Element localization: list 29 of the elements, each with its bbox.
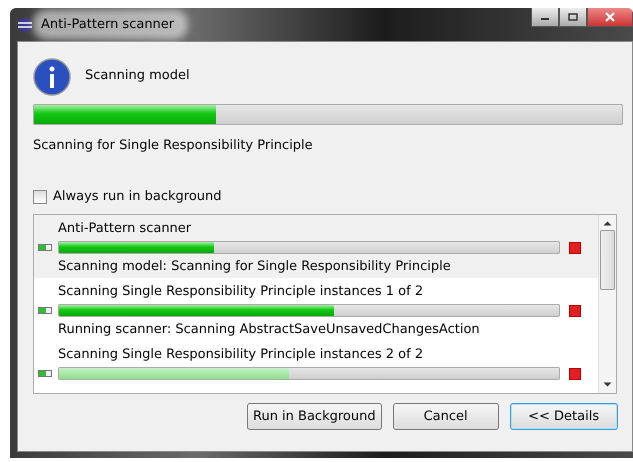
job-row[interactable]: Anti-Pattern scanner Scanning model: Scanning for Single Responsibility Principle	[34, 215, 598, 278]
dialog-button[interactable]: Run in Background	[247, 403, 382, 430]
minimize-button[interactable]	[531, 8, 559, 27]
job-name: Scanning Single Responsibility Principle instances 1 of 2	[58, 284, 424, 299]
scrollbar[interactable]	[598, 215, 616, 393]
maximize-icon	[568, 13, 578, 21]
job-detail: Running scanner: Scanning AbstractSaveUnsavedChangesAction	[58, 322, 481, 337]
close-button[interactable]	[587, 8, 633, 27]
dialog-heading: Scanning model	[85, 68, 190, 83]
scroll-down-icon[interactable]	[603, 382, 612, 388]
job-name: Scanning Single Responsibility Principle instances 2 of 2	[58, 347, 424, 362]
progress-job-icon	[38, 244, 52, 251]
globe-icon	[17, 16, 33, 32]
always-run-checkbox[interactable]: Always run in background	[33, 189, 632, 204]
stop-icon[interactable]	[569, 242, 581, 254]
maximize-button[interactable]	[559, 8, 587, 27]
progress-job-icon	[38, 307, 52, 314]
job-name: Anti-Pattern scanner	[58, 221, 192, 236]
stop-icon[interactable]	[569, 304, 581, 316]
job-detail: Scanning model: Scanning for Single Responsibility Principle	[58, 259, 452, 274]
close-icon	[604, 12, 616, 22]
status-text: Scanning for Single Responsibility Principle	[33, 138, 314, 153]
dialog-button[interactable]: Cancel	[392, 403, 499, 430]
window-title: Anti-Pattern scanner	[39, 15, 182, 34]
stop-icon[interactable]	[569, 368, 581, 380]
scroll-up-icon[interactable]	[603, 220, 612, 226]
progress-job-icon	[38, 370, 52, 377]
dialog-button[interactable]: << Details	[510, 403, 618, 430]
info-icon	[33, 58, 71, 96]
